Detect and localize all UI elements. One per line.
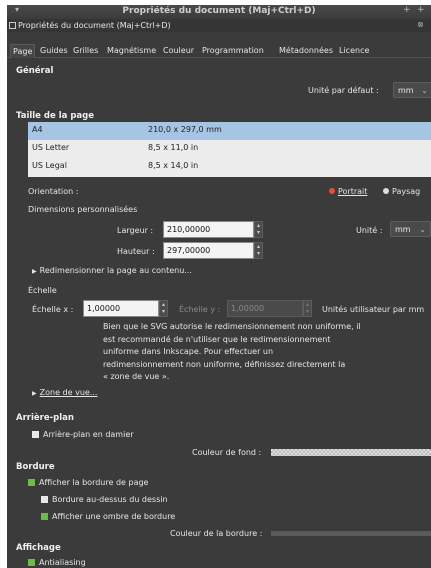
scale-x-input[interactable]: 1,00000: [83, 300, 159, 317]
bg-color-label: Couleur de fond :: [192, 448, 262, 457]
custom-unit-select[interactable]: mm ⌄: [390, 221, 431, 237]
page-size-heading: Taille de la page: [16, 111, 94, 121]
custom-size-heading: Dimensions personnalisées: [28, 205, 138, 214]
page-size-list: A4 210,0 x 297,0 mm US Letter 8,5 x 11,0…: [28, 122, 431, 177]
tab-guides[interactable]: Guides: [38, 44, 70, 58]
show-border-checkbox[interactable]: Afficher la bordure de page: [28, 478, 148, 487]
custom-unit-label: Unité :: [356, 226, 383, 235]
antialias-label: Antialiasing: [39, 558, 86, 567]
landscape-label: Paysag: [392, 187, 421, 196]
height-label: Hauteur :: [117, 247, 155, 256]
radio-on-icon: [329, 188, 335, 194]
height-stepper[interactable]: ▴ ▾: [254, 242, 263, 259]
antialias-checkbox[interactable]: Antialiasing: [28, 558, 86, 567]
border-color-button[interactable]: [271, 531, 431, 536]
tab-license[interactable]: Licence: [337, 44, 371, 58]
border-heading: Bordure: [16, 462, 55, 472]
checkerboard-label: Arrière-plan en damier: [43, 430, 134, 439]
page-size-dims: 210,0 x 297,0 mm: [148, 125, 222, 134]
dock-header: Propriétés du document (Maj+Ctrl+D) ⊗: [7, 19, 431, 32]
title-bar[interactable]: ▾ Propriétés du document (Maj+Ctrl+D) + …: [7, 5, 431, 18]
list-item[interactable]: US Legal 8,5 x 14,0 in: [28, 158, 431, 176]
default-unit-label: Unité par défaut :: [308, 86, 379, 95]
width-stepper[interactable]: ▴ ▾: [254, 221, 263, 238]
scale-y-label: Échelle y :: [179, 305, 221, 314]
dock-close-icon[interactable]: ⊗: [417, 20, 424, 29]
note-line: redimensionnement non uniforme, définiss…: [103, 359, 346, 369]
border-on-top-label: Bordure au-dessus du dessin: [52, 495, 168, 504]
scale-y-stepper: ▴ ▾: [303, 300, 312, 317]
checkbox-on-icon: [41, 513, 48, 520]
viewbox-label: Zone de vue...: [39, 388, 98, 397]
user-units-label: Unités utilisateur par mm: [322, 305, 425, 314]
chevron-down-icon: ⌄: [419, 225, 426, 234]
list-item[interactable]: US Letter 8,5 x 11,0 in: [28, 140, 431, 158]
document-properties-window: ▾ Propriétés du document (Maj+Ctrl+D) + …: [7, 5, 431, 568]
note-line: est recommandé de n'utiliser que le redi…: [103, 334, 331, 344]
default-unit-select[interactable]: mm ⌄: [393, 82, 431, 98]
resize-to-content-expander[interactable]: ▶ Redimensionner la page au contenu...: [32, 266, 192, 275]
display-heading: Affichage: [16, 543, 61, 553]
page-size-name: US Legal: [32, 161, 67, 170]
page-size-name: A4: [32, 125, 43, 134]
viewbox-expander[interactable]: ▶ Zone de vue...: [32, 388, 97, 397]
scale-x-label: Échelle x :: [32, 305, 74, 314]
height-input[interactable]: 297,00000: [163, 242, 254, 259]
custom-unit-value: mm: [395, 225, 411, 234]
page-size-dims: 8,5 x 14,0 in: [148, 161, 199, 170]
show-border-label: Afficher la bordure de page: [39, 478, 149, 487]
maximize-button[interactable]: +: [403, 5, 411, 15]
note-line: uniforme dans Inkscape. Pour effectuer u…: [103, 347, 274, 356]
dock-icon: [9, 22, 16, 29]
portrait-label: Portrait: [338, 187, 368, 196]
background-heading: Arrière-plan: [16, 413, 74, 423]
note-line: Bien que le SVG autorise le redimensionn…: [103, 322, 361, 331]
tab-grids[interactable]: Grilles: [71, 44, 100, 58]
page-size-dims: 8,5 x 11,0 in: [148, 143, 199, 152]
landscape-radio[interactable]: Paysag: [383, 187, 420, 196]
tab-snapping[interactable]: Magnétisme: [105, 44, 158, 58]
checkbox-on-icon: [28, 479, 35, 486]
default-unit-value: mm: [398, 86, 414, 95]
checkbox-off-icon: [41, 496, 48, 503]
chevron-down-icon: ⌄: [421, 86, 428, 95]
bg-color-button[interactable]: [271, 449, 431, 456]
tab-scripting[interactable]: Programmation: [200, 44, 266, 58]
checkbox-on-icon: [28, 559, 35, 566]
border-shadow-label: Afficher une ombre de bordure: [52, 512, 176, 521]
close-button[interactable]: +: [417, 5, 425, 15]
note-line: « zone de vue ».: [103, 372, 170, 381]
window-title: Propriétés du document (Maj+Ctrl+D): [122, 6, 316, 16]
list-item[interactable]: A4 210,0 x 297,0 mm: [28, 122, 431, 140]
portrait-radio[interactable]: Portrait: [329, 187, 367, 196]
radio-off-icon: [383, 188, 389, 194]
width-input[interactable]: 210,00000: [163, 221, 254, 238]
scale-x-stepper[interactable]: ▴ ▾: [159, 300, 168, 317]
border-color-label: Couleur de la bordure :: [170, 529, 263, 538]
dock-label: Propriétés du document (Maj+Ctrl+D): [18, 21, 171, 30]
tab-color[interactable]: Couleur: [161, 44, 196, 58]
page-size-name: US Letter: [32, 143, 70, 152]
resize-label: Redimensionner la page au contenu...: [39, 266, 192, 275]
tab-metadata[interactable]: Métadonnées: [277, 44, 335, 58]
checkerboard-checkbox[interactable]: Arrière-plan en damier: [32, 430, 134, 439]
tab-bar: Page Guides Grilles Magnétisme Couleur P…: [7, 43, 431, 58]
tab-page[interactable]: Page: [10, 44, 36, 58]
border-shadow-checkbox[interactable]: Afficher une ombre de bordure: [41, 512, 175, 521]
width-label: Largeur :: [117, 226, 154, 235]
expander-arrow-icon: ▶: [32, 268, 37, 275]
checkbox-off-icon: [32, 431, 39, 438]
expander-arrow-icon: ▶: [32, 390, 37, 397]
scale-y-input: 1,00000: [227, 300, 303, 317]
general-heading: Général: [16, 66, 54, 76]
scale-note: Bien que le SVG autorise le redimensionn…: [103, 321, 403, 384]
border-on-top-checkbox[interactable]: Bordure au-dessus du dessin: [41, 495, 168, 504]
scale-heading: Échelle: [28, 286, 57, 295]
orientation-label: Orientation :: [28, 187, 79, 196]
